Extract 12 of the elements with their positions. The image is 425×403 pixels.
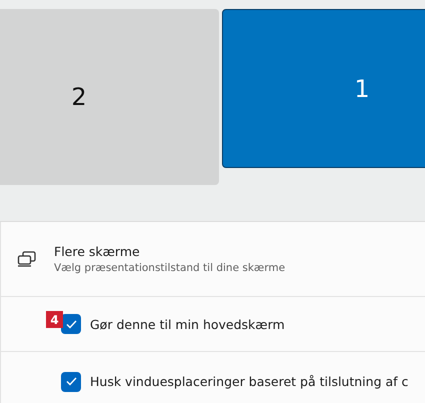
check-icon xyxy=(66,320,76,328)
section-subtitle: Vælg præsentationstilstand til dine skærme xyxy=(54,262,286,274)
check-icon xyxy=(66,377,76,386)
monitors-icon xyxy=(17,251,37,267)
step-badge: 4 xyxy=(46,311,63,328)
checkbox[interactable] xyxy=(61,314,81,334)
option-label: Husk vinduesplaceringer baseret på tilslutning af c xyxy=(90,374,408,389)
section-title: Flere skærme xyxy=(54,244,141,259)
display-tile[interactable]: 2 xyxy=(0,9,219,185)
display-tile[interactable]: 1 xyxy=(222,9,425,168)
checkbox[interactable] xyxy=(61,372,81,392)
option-label: Gør denne til min hovedskærm xyxy=(90,316,285,332)
